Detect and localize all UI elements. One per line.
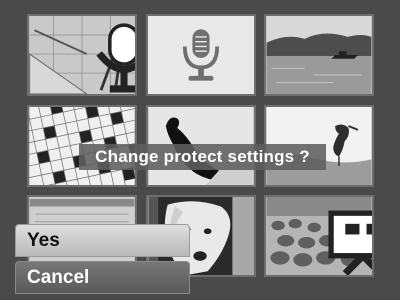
thumbnail-voice-memo[interactable] [146,14,256,96]
microphone-icon [148,16,254,94]
protect-confirm-prompt: Change protect settings ? [79,144,326,170]
yes-option-label: Yes [27,229,60,251]
lake-boat-image [266,16,372,94]
cancel-option[interactable]: Cancel [15,261,190,294]
voice-memo-icon [96,23,135,93]
thumbnail-lake-boat[interactable] [264,14,374,96]
cancel-option-label: Cancel [27,266,90,288]
thumbnail-drafting-tools[interactable] [27,14,137,96]
yes-option[interactable]: Yes [15,224,190,257]
playback-screen: Change protect settings ? Yes Cancel [0,0,400,300]
movie-icon [328,210,372,275]
prompt-text: Change protect settings ? [95,147,310,166]
thumbnail-sheep[interactable] [264,195,374,277]
